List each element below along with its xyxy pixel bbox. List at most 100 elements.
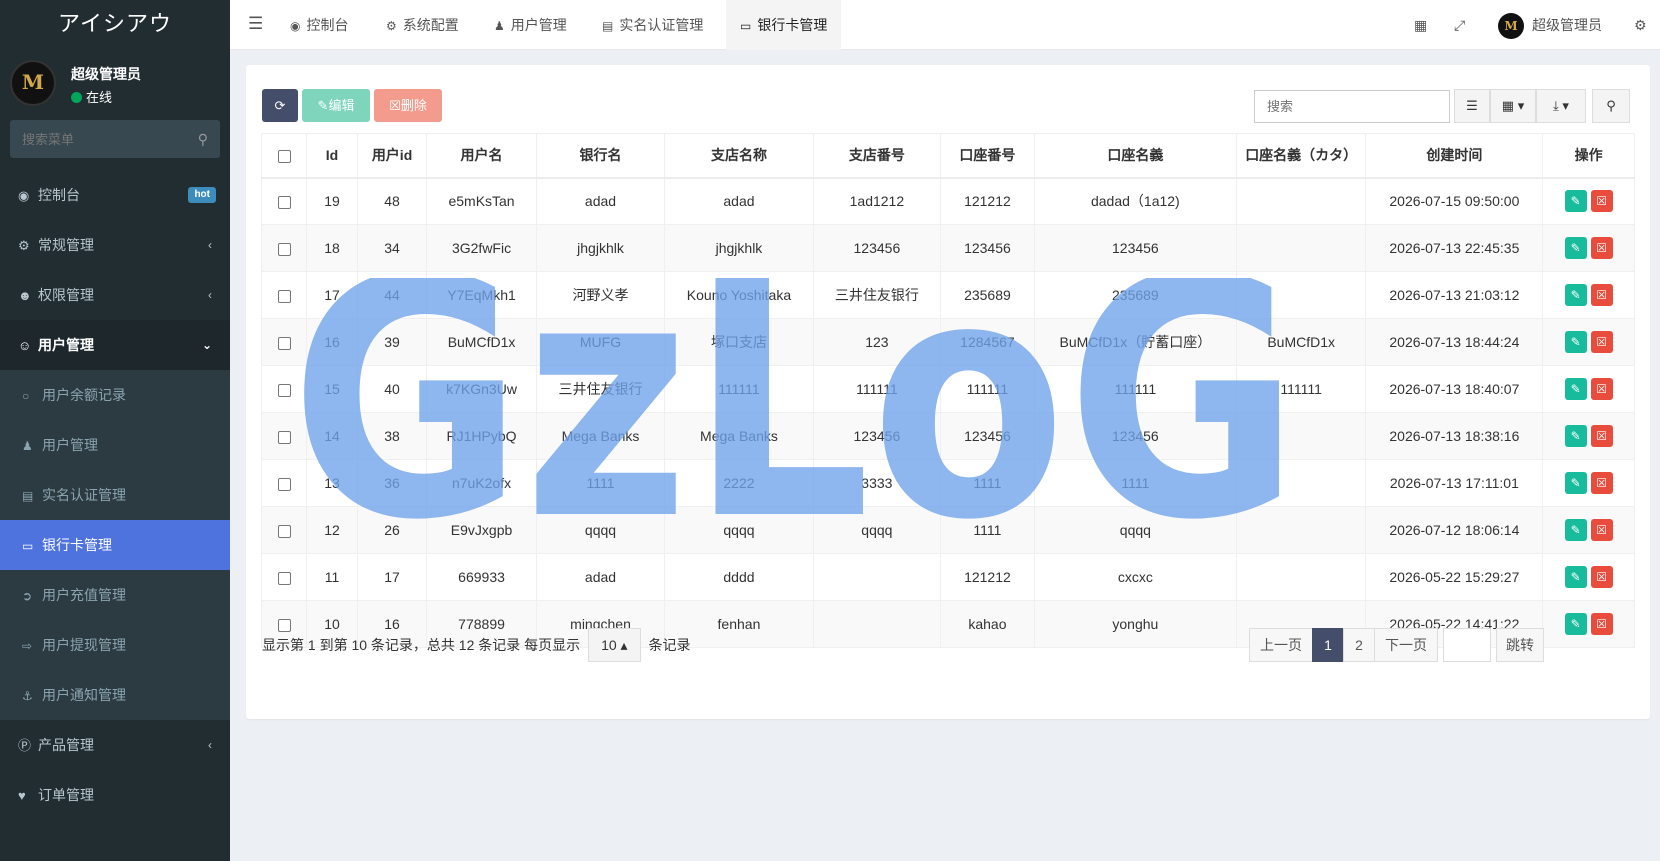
column-header[interactable]: 用户id [356,133,428,179]
row-delete-button[interactable]: ☒ [1590,237,1613,259]
sidebar-item-label: 控制台 [38,187,80,203]
tab-dashboard[interactable]: ◉ 控制台 [276,0,362,50]
row-edit-button[interactable]: ✎ [1564,472,1587,494]
sidebar-item-products[interactable]: Ⓟ 产品管理 ‹ [0,720,230,770]
row-checkbox[interactable] [277,242,291,256]
refresh-button[interactable]: ⟳ [262,89,298,122]
sidebar-item-users[interactable]: ☺ 用户管理 ⌄ [0,320,230,370]
sidebar-item-withdraw[interactable]: ⇨ 用户提现管理 [0,620,230,670]
row-edit-button[interactable]: ✎ [1564,425,1587,447]
chevron-left-icon: ‹ [208,238,212,252]
row-edit-button[interactable]: ✎ [1564,190,1587,213]
row-delete-button[interactable]: ☒ [1590,331,1613,353]
column-header[interactable]: 创建时间 [1365,133,1544,179]
row-edit-button[interactable]: ✎ [1564,378,1587,400]
sidebar-item-notice[interactable]: ⚓ 用户通知管理 [0,670,230,720]
row-edit-button[interactable]: ✎ [1564,566,1587,588]
menu-search-input[interactable] [10,120,220,158]
column-header[interactable]: Id [306,133,358,179]
dashboard-icon: ◉ [290,19,301,33]
table-search-input[interactable] [1254,90,1450,123]
export-button[interactable]: ⤓ ▾ [1536,89,1586,123]
select-cell [260,318,308,366]
sidebar-item-auth[interactable]: ☻ 权限管理 ‹ [0,270,230,320]
column-header[interactable]: 口座番号 [940,133,1035,179]
table-row: 18 34 3G2fwFic jhgjkhlk jhgjkhlk 123456 123456… [260,224,1635,272]
row-delete-button[interactable]: ☒ [1590,190,1613,213]
table-cell: 12 [306,506,358,554]
row-edit-button[interactable]: ✎ [1564,284,1587,306]
edit-button[interactable]: ✎编辑 [302,89,370,122]
row-delete-button[interactable]: ☒ [1590,566,1613,588]
tab-system-config[interactable]: ⚙ 系统配置 [372,0,473,50]
row-edit-button[interactable]: ✎ [1564,519,1587,541]
row-delete-button[interactable]: ☒ [1590,613,1613,635]
row-delete-button[interactable]: ☒ [1590,519,1613,541]
row-checkbox[interactable] [277,524,291,538]
table-row: 17 44 Y7EqMkh1 河野义孝 Kouno Yoshitaka 三井住友银行 235… [260,271,1635,319]
select-all-checkbox[interactable] [277,150,291,164]
jump-button[interactable]: 跳转 [1496,628,1544,662]
tab-user-manage[interactable]: ♟ 用户管理 [480,0,581,50]
column-header[interactable]: 银行名 [535,133,666,179]
header-user-menu[interactable]: M 超级管理员 [1498,0,1602,50]
table-cell: e5mKsTan [426,177,537,225]
actions-cell: ✎ ☒ [1542,459,1635,507]
row-checkbox[interactable] [277,477,291,491]
column-header[interactable]: 口座名義（カタ） [1235,133,1367,179]
table-cell: BuMCfD1x [426,318,537,366]
search-button[interactable]: ⚲ [1592,89,1630,123]
delete-button[interactable]: ☒删除 [374,89,442,122]
tab-bank-card[interactable]: ▭ 银行卡管理 [726,0,842,50]
row-checkbox[interactable] [277,571,291,585]
translate-icon[interactable]: ▦ [1414,0,1427,50]
row-delete-button[interactable]: ☒ [1590,378,1613,400]
row-delete-button[interactable]: ☒ [1590,425,1613,447]
page-size-select[interactable]: 10 ▴ [588,628,641,662]
next-page-button[interactable]: 下一页 [1374,628,1438,662]
row-checkbox[interactable] [277,336,291,350]
fullscreen-icon[interactable]: ⤢ [1454,0,1465,50]
table-cell: 2026-07-13 17:11:01 [1365,459,1544,507]
tab-label: 银行卡管理 [757,17,828,33]
sidebar-item-recharge[interactable]: ➲ 用户充值管理 [0,570,230,620]
jump-page-input[interactable] [1443,628,1491,662]
row-checkbox[interactable] [277,196,291,210]
table-row: 19 48 e5mKsTan adad adad 1ad1212 121212 dadad（1… [260,177,1635,225]
row-edit-button[interactable]: ✎ [1564,613,1587,635]
row-edit-button[interactable]: ✎ [1564,237,1587,259]
sidebar-item-general[interactable]: ⚙ 常规管理 ‹ [0,220,230,270]
toggle-view-button[interactable]: ☰ [1454,89,1490,123]
page-1-button[interactable]: 1 [1312,628,1344,662]
menu-toggle-icon[interactable]: ☰ [248,14,263,34]
row-checkbox[interactable] [277,383,291,397]
dashboard-icon: ◉ [18,188,30,203]
column-header[interactable]: 支店番号 [812,133,942,179]
row-edit-button[interactable]: ✎ [1564,331,1587,353]
sidebar-item-orders[interactable]: ♥ 订单管理 [0,770,230,820]
sidebar-item-dashboard[interactable]: ◉ 控制台 hot [0,170,230,220]
sidebar-item-kyc[interactable]: ▤ 实名认证管理 [0,470,230,520]
row-checkbox[interactable] [277,289,291,303]
row-delete-button[interactable]: ☒ [1590,284,1613,306]
columns-button[interactable]: ▦ ▾ [1490,89,1536,123]
table-cell: 121212 [940,553,1035,601]
sidebar-item-bank-card[interactable]: ▭ 银行卡管理 [0,520,230,570]
row-checkbox[interactable] [277,430,291,444]
app-logo[interactable]: アイシアウ [0,0,230,50]
select-all-cell [260,133,308,179]
settings-icon[interactable]: ⚙ [1634,0,1647,50]
search-icon[interactable]: ⚲ [198,131,208,148]
row-delete-button[interactable]: ☒ [1590,472,1613,494]
tab-kyc[interactable]: ▤ 实名认证管理 [588,0,717,50]
pencil-icon: ✎ [317,98,329,113]
column-header[interactable]: 用户名 [426,133,537,179]
avatar: M [10,60,56,106]
column-header[interactable]: 口座名義 [1033,133,1237,179]
page-2-button[interactable]: 2 [1343,628,1375,662]
sidebar-item-user-manage[interactable]: ♟ 用户管理 [0,420,230,470]
prev-page-button[interactable]: 上一页 [1249,628,1313,662]
sidebar-item-balance-log[interactable]: ○ 用户余额记录 [0,370,230,420]
column-header[interactable]: 支店名称 [664,133,814,179]
sign-out-icon: ⇨ [22,639,33,653]
